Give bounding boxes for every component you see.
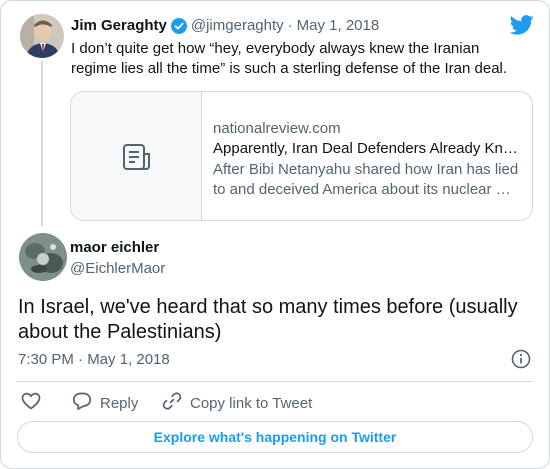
link-icon <box>162 391 182 415</box>
copy-link-label: Copy link to Tweet <box>190 394 313 412</box>
article-icon <box>123 144 151 175</box>
link-preview-card[interactable]: nationalreview.com Apparently, Iran Deal… <box>70 91 533 221</box>
link-domain: nationalreview.com <box>213 120 341 137</box>
verified-badge-icon <box>170 17 187 34</box>
quoted-tweet-text: I don’t quite get how “hey, everybody al… <box>71 40 508 77</box>
divider <box>17 381 533 382</box>
explore-button[interactable]: Explore what's happening on Twitter <box>17 421 533 453</box>
explore-label: Explore what's happening on Twitter <box>153 429 397 445</box>
link-thumbnail <box>71 92 202 220</box>
link-title: Apparently, Iran Deal Defenders Already … <box>213 140 518 157</box>
link-description: After Bibi Netanyahu shared how Iran has… <box>213 161 519 198</box>
reply-author-name[interactable]: maor eichler <box>70 239 159 256</box>
like-button[interactable] <box>21 392 41 414</box>
reply-tweet-text: In Israel, we've heard that so many time… <box>18 296 518 343</box>
heart-icon <box>21 392 41 414</box>
twitter-bird-icon[interactable] <box>509 14 534 36</box>
thread-line <box>41 61 43 226</box>
quoted-tweet-date[interactable]: May 1, 2018 <box>297 17 380 34</box>
reply-timestamp[interactable]: 7:30 PM · May 1, 2018 <box>18 351 170 368</box>
copy-link-button[interactable]: Copy link to Tweet <box>162 391 312 415</box>
quoted-tweet-header: Jim Geraghty @jimgeraghty · May 1, 2018 <box>71 17 379 34</box>
reply-icon <box>72 391 92 415</box>
reply-label: Reply <box>100 394 139 412</box>
quoted-author-name[interactable]: Jim Geraghty <box>71 17 167 34</box>
tweet-embed-card: Jim Geraghty @jimgeraghty · May 1, 2018 … <box>0 0 550 469</box>
info-icon[interactable] <box>511 349 531 374</box>
reply-author-avatar[interactable] <box>19 233 67 281</box>
reply-author-handle[interactable]: @EichlerMaor <box>70 260 165 277</box>
reply-button[interactable]: Reply <box>72 391 138 415</box>
header-separator: · <box>287 17 293 34</box>
quoted-author-avatar[interactable] <box>20 14 64 58</box>
quoted-author-handle[interactable]: @jimgeraghty <box>191 17 284 34</box>
